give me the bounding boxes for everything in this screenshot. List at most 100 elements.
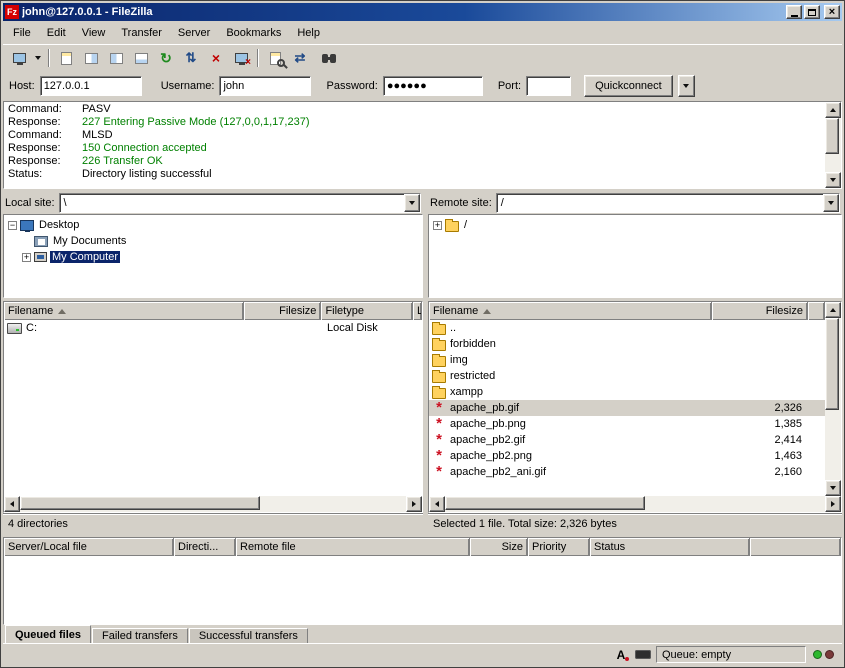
local-file-row[interactable]: C: Local Disk — [4, 320, 422, 336]
column-header-priority[interactable]: Priority — [528, 538, 590, 556]
tree-item-desktop[interactable]: − Desktop — [4, 217, 422, 233]
scroll-right-button[interactable] — [825, 496, 841, 512]
maximize-button[interactable] — [804, 5, 820, 19]
tree-label[interactable]: / — [462, 219, 469, 231]
tree-label[interactable]: Desktop — [37, 219, 81, 231]
column-header-remote-file[interactable]: Remote file — [236, 538, 470, 556]
column-header-filename[interactable]: Filename — [4, 302, 244, 320]
synchronized-browsing-button[interactable]: ⇄ — [288, 47, 312, 69]
scroll-left-button[interactable] — [429, 496, 445, 512]
remote-file-row[interactable]: forbidden — [429, 336, 825, 352]
binary-type-icon[interactable] — [634, 647, 652, 663]
scroll-left-button[interactable] — [4, 496, 20, 512]
scroll-thumb[interactable] — [20, 496, 260, 510]
column-header-extra[interactable] — [750, 538, 841, 556]
remote-file-row-selected[interactable]: *apache_pb.gif 2,326 — [429, 400, 825, 416]
tree-item-root[interactable]: + / — [429, 217, 841, 233]
site-manager-dropdown-button[interactable] — [32, 47, 44, 69]
scroll-up-button[interactable] — [825, 302, 841, 318]
remote-file-row[interactable]: xampp — [429, 384, 825, 400]
column-header-filename[interactable]: Filename — [429, 302, 712, 320]
port-input[interactable] — [526, 76, 571, 96]
toggle-local-treeview-button[interactable] — [79, 47, 103, 69]
scroll-down-button[interactable] — [825, 172, 841, 188]
scroll-up-button[interactable] — [825, 102, 841, 118]
scroll-thumb[interactable] — [825, 318, 839, 410]
process-queue-button[interactable]: ⇅ — [179, 47, 203, 69]
column-header-direction[interactable]: Directi... — [174, 538, 236, 556]
scroll-track[interactable] — [825, 318, 841, 480]
directory-comparison-button[interactable] — [263, 47, 287, 69]
scroll-track[interactable] — [20, 496, 406, 512]
tree-label[interactable]: My Documents — [51, 235, 128, 247]
tree-item-my-documents[interactable]: My Documents — [4, 233, 422, 249]
remote-site-combo[interactable]: / — [496, 193, 840, 213]
remote-site-dropdown-button[interactable] — [823, 194, 839, 212]
scroll-right-button[interactable] — [406, 496, 422, 512]
password-input[interactable] — [383, 76, 483, 96]
menu-transfer[interactable]: Transfer — [113, 23, 170, 43]
ascii-type-icon[interactable]: A — [612, 647, 630, 663]
remote-file-row[interactable]: img — [429, 352, 825, 368]
column-header-filesize[interactable]: Filesize — [712, 302, 808, 320]
remote-file-row[interactable]: *apache_pb.png 1,385 — [429, 416, 825, 432]
log-vertical-scrollbar[interactable] — [825, 102, 841, 188]
expand-icon[interactable]: + — [433, 221, 442, 230]
remote-horizontal-scrollbar[interactable] — [429, 496, 841, 512]
remote-list-header: Filename Filesize — [429, 302, 825, 320]
close-button[interactable]: × — [824, 5, 840, 19]
column-header-server-local-file[interactable]: Server/Local file — [4, 538, 174, 556]
menu-server[interactable]: Server — [170, 23, 218, 43]
toggle-remote-treeview-button[interactable] — [104, 47, 128, 69]
minimize-button[interactable] — [786, 5, 802, 19]
host-input[interactable] — [40, 76, 142, 96]
tab-failed-transfers[interactable]: Failed transfers — [92, 628, 188, 643]
menu-bookmarks[interactable]: Bookmarks — [218, 23, 289, 43]
remote-file-row[interactable]: *apache_pb2_ani.gif 2,160 — [429, 464, 825, 480]
queue-body[interactable] — [4, 556, 841, 624]
collapse-icon[interactable]: − — [8, 221, 17, 230]
scroll-track[interactable] — [445, 496, 825, 512]
remote-vertical-scrollbar[interactable] — [825, 302, 841, 496]
column-header-lastmodified[interactable]: L — [413, 302, 422, 320]
toggle-transfer-queue-button[interactable] — [129, 47, 153, 69]
toggle-message-log-button[interactable] — [54, 47, 78, 69]
disconnect-button[interactable]: × — [229, 47, 253, 69]
column-header-size[interactable]: Size — [470, 538, 528, 556]
quickconnect-button[interactable]: Quickconnect — [584, 75, 673, 97]
local-horizontal-scrollbar[interactable] — [4, 496, 422, 512]
quickconnect-dropdown-button[interactable] — [678, 75, 695, 97]
remote-file-row[interactable]: .. — [429, 320, 825, 336]
menu-edit[interactable]: Edit — [39, 23, 74, 43]
tree-item-my-computer[interactable]: + My Computer — [4, 249, 422, 265]
scroll-track[interactable] — [825, 118, 841, 172]
remote-site-value[interactable]: / — [497, 194, 823, 212]
column-header-extra[interactable] — [808, 302, 825, 320]
column-header-filesize[interactable]: Filesize — [244, 302, 322, 320]
column-header-status[interactable]: Status — [590, 538, 750, 556]
cancel-operation-button[interactable]: × — [204, 47, 228, 69]
scroll-down-button[interactable] — [825, 480, 841, 496]
menu-file[interactable]: File — [5, 23, 39, 43]
username-input[interactable] — [219, 76, 311, 96]
remote-file-row[interactable]: restricted — [429, 368, 825, 384]
tab-queued-files[interactable]: Queued files — [5, 625, 91, 643]
local-site-combo[interactable]: \ — [59, 193, 421, 213]
remote-file-row[interactable]: *apache_pb2.gif 2,414 — [429, 432, 825, 448]
refresh-button[interactable]: ↻ — [154, 47, 178, 69]
tree-label-selected[interactable]: My Computer — [50, 251, 120, 263]
menu-view[interactable]: View — [74, 23, 114, 43]
tab-successful-transfers[interactable]: Successful transfers — [189, 628, 308, 643]
column-header-filetype[interactable]: Filetype — [321, 302, 413, 320]
find-files-button[interactable] — [313, 47, 337, 69]
remote-file-row[interactable]: *apache_pb2.png 1,463 — [429, 448, 825, 464]
local-site-value[interactable]: \ — [60, 194, 404, 212]
title-bar[interactable]: Fz john@127.0.0.1 - FileZilla × — [3, 3, 842, 21]
scroll-thumb[interactable] — [445, 496, 645, 510]
local-site-dropdown-button[interactable] — [404, 194, 420, 212]
scroll-thumb[interactable] — [825, 118, 839, 154]
dropdown-arrow-icon — [683, 84, 689, 88]
site-manager-button[interactable] — [7, 47, 31, 69]
expand-icon[interactable]: + — [22, 253, 31, 262]
menu-help[interactable]: Help — [289, 23, 328, 43]
